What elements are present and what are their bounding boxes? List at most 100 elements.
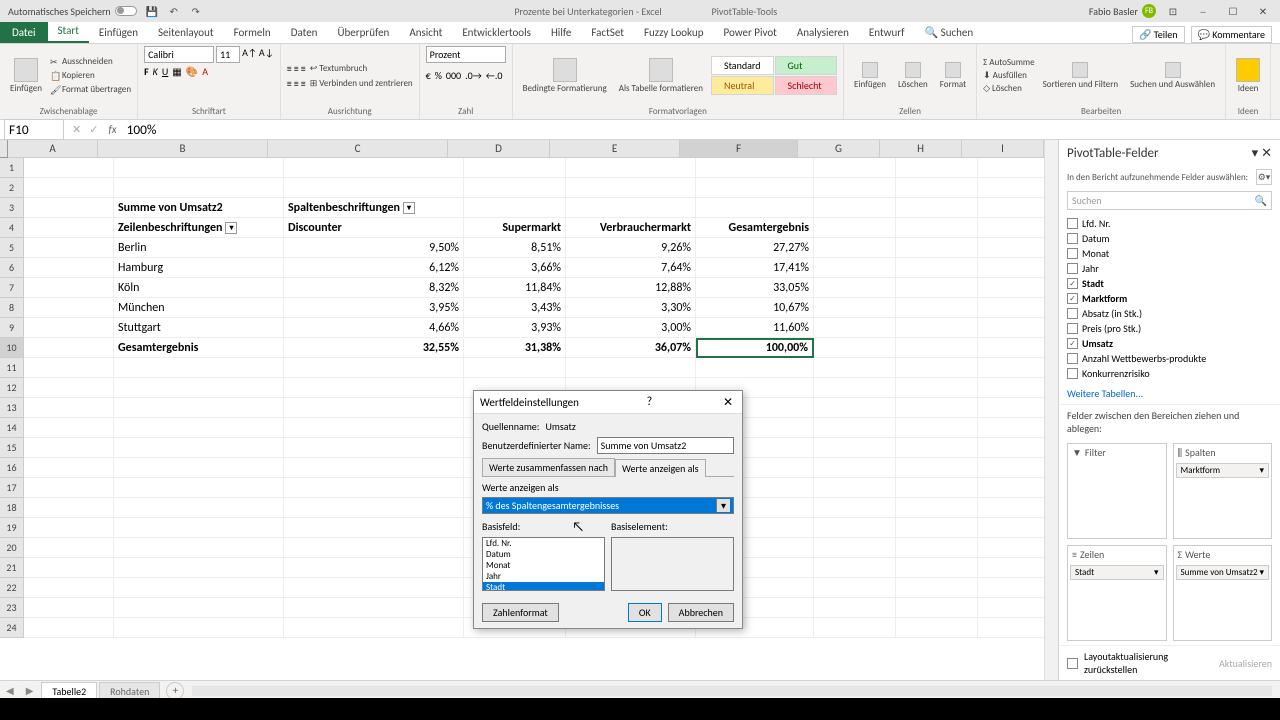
sheet-tab[interactable]: Rohdaten: [99, 682, 160, 700]
row-header[interactable]: 24: [0, 618, 24, 638]
bold-button[interactable]: F: [144, 65, 149, 78]
style-standard[interactable]: Standard: [711, 56, 774, 75]
update-button[interactable]: Aktualisieren: [1219, 657, 1272, 670]
pane-close-icon[interactable]: ✕: [1261, 146, 1272, 161]
sort-filter[interactable]: Sortieren und Filtern: [1039, 60, 1123, 92]
row-header[interactable]: 7: [0, 278, 24, 298]
show-values-as-combo[interactable]: % des Spaltengesamtergebnisses▾: [482, 497, 734, 514]
tab-help[interactable]: Hilfe: [541, 22, 581, 43]
row-header[interactable]: 8: [0, 298, 24, 318]
row-header[interactable]: 21: [0, 558, 24, 578]
col-header[interactable]: D: [448, 140, 550, 158]
col-header[interactable]: H: [880, 140, 962, 158]
field-item[interactable]: Anzahl Wettbewerbs-produkte: [1067, 351, 1272, 366]
maximize-icon[interactable]: ☐: [1220, 2, 1246, 20]
row-header[interactable]: 6: [0, 258, 24, 278]
fill[interactable]: ⬇ Ausfüllen: [983, 69, 1034, 82]
align-mid-icon[interactable]: ≡: [294, 62, 299, 75]
currency-icon[interactable]: €: [426, 69, 431, 82]
col-header[interactable]: C: [268, 140, 448, 158]
number-format-button[interactable]: Zahlenformat: [482, 603, 559, 622]
cancel-formula-icon[interactable]: ✕: [68, 123, 85, 136]
undo-icon[interactable]: ↶: [167, 4, 181, 18]
row-header[interactable]: 10: [0, 338, 24, 358]
base-field-list[interactable]: Lfd. Nr.DatumMonatJahrStadtMarktform: [482, 537, 605, 591]
format-cells[interactable]: Format: [936, 60, 970, 92]
underline-button[interactable]: U: [162, 65, 168, 78]
file-tab[interactable]: Datei: [0, 22, 48, 43]
dialog-close-icon[interactable]: ✕: [720, 394, 736, 410]
field-item[interactable]: ✓Stadt: [1067, 276, 1272, 291]
row-header[interactable]: 1: [0, 158, 24, 178]
row-header[interactable]: 17: [0, 478, 24, 498]
shrink-font-icon[interactable]: A↓: [259, 46, 274, 63]
row-header[interactable]: 9: [0, 318, 24, 338]
vertical-scrollbar[interactable]: [1044, 140, 1058, 680]
share-button[interactable]: 🔗 Teilen: [1132, 26, 1185, 43]
horizontal-scrollbar[interactable]: [192, 686, 1272, 696]
col-header[interactable]: E: [550, 140, 680, 158]
align-right-icon[interactable]: ≡: [301, 77, 306, 90]
insert-cells[interactable]: Einfügen: [850, 60, 890, 92]
close-icon[interactable]: ✕: [1250, 2, 1276, 20]
row-header[interactable]: 18: [0, 498, 24, 518]
tab-powerpivot[interactable]: Power Pivot: [713, 22, 786, 43]
font-color-icon[interactable]: A: [202, 65, 208, 78]
tab-review[interactable]: Überprüfen: [327, 22, 399, 43]
cancel-button[interactable]: Abbrechen: [668, 603, 734, 622]
tab-start[interactable]: Start: [48, 20, 89, 43]
tab-developer[interactable]: Entwicklertools: [452, 22, 541, 43]
field-item[interactable]: Datum: [1067, 231, 1272, 246]
number-format[interactable]: Prozent: [426, 46, 506, 63]
formula-input[interactable]: [123, 120, 1280, 139]
field-item[interactable]: Jahr: [1067, 261, 1272, 276]
font-select[interactable]: Calibri: [144, 46, 214, 63]
align-top-icon[interactable]: ≡: [287, 62, 292, 75]
dialog-help-icon[interactable]: ?: [641, 394, 657, 410]
col-header[interactable]: G: [798, 140, 880, 158]
tab-fuzzy[interactable]: Fuzzy Lookup: [634, 22, 714, 43]
style-neutral[interactable]: Neutral: [711, 76, 774, 95]
row-header[interactable]: 11: [0, 358, 24, 378]
row-header[interactable]: 12: [0, 378, 24, 398]
row-header[interactable]: 3: [0, 198, 24, 218]
paste-button[interactable]: Einfügen: [6, 56, 46, 96]
rows-area[interactable]: ≡Zeilen Stadt▾: [1067, 545, 1167, 641]
col-header[interactable]: B: [98, 140, 268, 158]
sheet-tab-active[interactable]: Tabelle2: [41, 682, 97, 700]
format-as-table[interactable]: Als Tabelle formatieren: [615, 56, 707, 96]
tab-insert[interactable]: Einfügen: [89, 22, 148, 43]
cut-button[interactable]: ✂Ausschneiden: [50, 55, 131, 68]
tab-design[interactable]: Entwurf: [859, 22, 915, 43]
sheet-nav-prev-icon[interactable]: ◀: [0, 684, 20, 697]
find-select[interactable]: Suchen und Auswählen: [1126, 60, 1219, 92]
tab-view[interactable]: Ansicht: [399, 22, 452, 43]
field-item[interactable]: ✓Umsatz: [1067, 336, 1272, 351]
row-header[interactable]: 15: [0, 438, 24, 458]
row-header[interactable]: 19: [0, 518, 24, 538]
tab-formulas[interactable]: Formeln: [224, 22, 281, 43]
fx-icon[interactable]: fx: [102, 123, 122, 136]
pane-options-icon[interactable]: ▾: [1252, 146, 1259, 161]
italic-button[interactable]: K: [153, 65, 158, 78]
dec-decimal-icon[interactable]: ←.0: [486, 69, 503, 82]
col-header[interactable]: I: [962, 140, 1044, 158]
dialog-tab-summarize[interactable]: Werte zusammenfassen nach: [482, 458, 615, 476]
columns-area[interactable]: ⫼Spalten Marktform▾: [1173, 443, 1273, 539]
minimize-icon[interactable]: ─: [1190, 2, 1216, 20]
row-header[interactable]: 16: [0, 458, 24, 478]
user-avatar[interactable]: FB: [1142, 4, 1156, 18]
name-box[interactable]: [4, 119, 64, 140]
field-item[interactable]: Konkurrenzrisiko: [1067, 366, 1272, 381]
add-sheet-button[interactable]: +: [166, 682, 184, 700]
row-header[interactable]: 14: [0, 418, 24, 438]
autosave-toggle[interactable]: Automatisches Speichern: [8, 5, 137, 18]
align-bot-icon[interactable]: ≡: [301, 62, 306, 75]
field-item[interactable]: Preis (pro Stk.): [1067, 321, 1272, 336]
col-header[interactable]: F: [680, 140, 798, 158]
align-left-icon[interactable]: ≡: [287, 77, 292, 90]
search-tab[interactable]: 🔍 Suchen: [914, 22, 983, 43]
comma-icon[interactable]: 000: [446, 69, 461, 82]
col-header[interactable]: A: [8, 140, 98, 158]
sheet-nav-next-icon[interactable]: ▶: [20, 684, 40, 697]
